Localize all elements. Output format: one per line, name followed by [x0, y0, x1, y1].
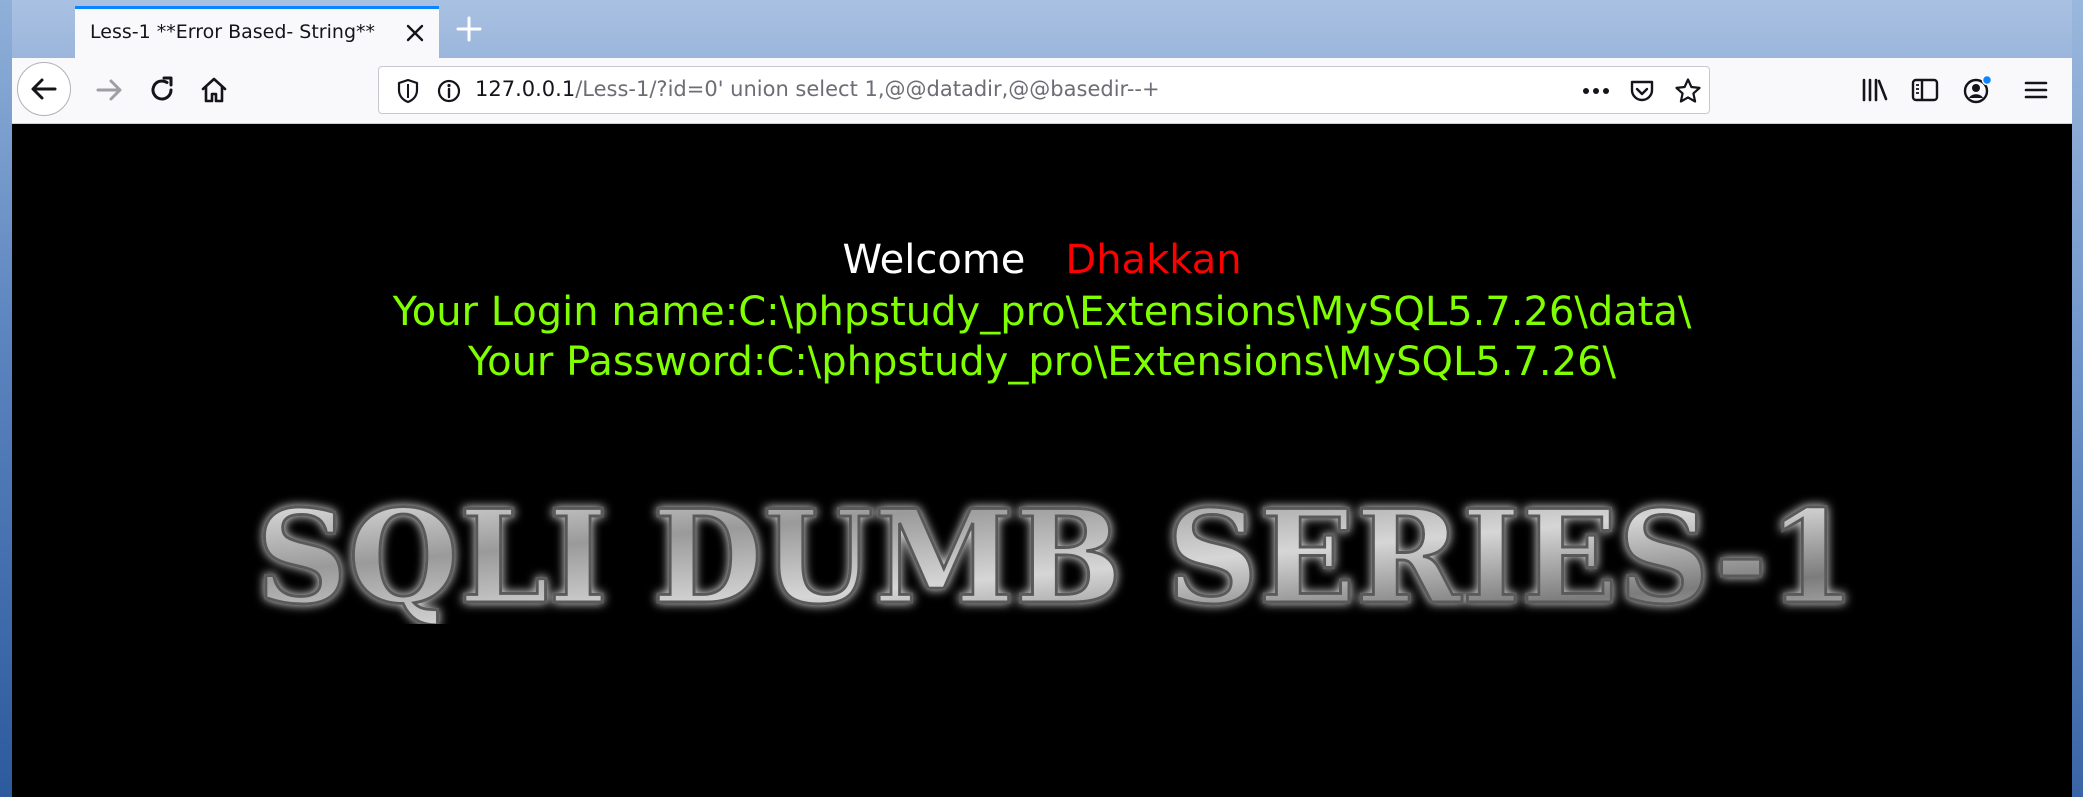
home-icon[interactable] [190, 66, 238, 114]
url-path: /Less-1/?id=0' union select 1,@@datadir,… [575, 77, 1160, 101]
desktop-background-left [0, 0, 12, 797]
url-bar[interactable]: 127.0.0.1/Less-1/?id=0' union select 1,@… [378, 66, 1710, 114]
banner-text: SQLI DUMB SERIES-1 [256, 484, 1856, 624]
page-content: Welcome Dhakkan Your Login name:C:\phpstu… [12, 124, 2072, 797]
info-icon[interactable] [434, 76, 464, 106]
welcome-text: Welcome [842, 237, 1026, 283]
password-text: Your Password:C:\phpstudy_pro\Extensions… [467, 339, 1616, 385]
welcome-line: Welcome Dhakkan [12, 237, 2072, 283]
navigation-toolbar: 127.0.0.1/Less-1/?id=0' union select 1,@… [12, 58, 2072, 124]
series-banner: SQLI DUMB SERIES-1 [255, 484, 1858, 624]
url-text[interactable]: 127.0.0.1/Less-1/?id=0' union select 1,@… [475, 77, 1160, 101]
account-icon[interactable] [1953, 66, 2001, 114]
back-arrow-icon[interactable] [17, 62, 71, 116]
close-icon[interactable] [401, 19, 429, 47]
login-name-text: Your Login name:C:\phpstudy_pro\Extensio… [392, 289, 1692, 335]
browser-window: Less-1 **Error Based- String** 127.0.0.1… [12, 0, 2072, 797]
forward-arrow-icon[interactable] [85, 66, 133, 114]
library-icon[interactable] [1850, 66, 1898, 114]
more-icon[interactable] [1581, 76, 1611, 106]
reload-icon[interactable] [138, 66, 186, 114]
shield-icon[interactable] [393, 76, 423, 106]
plus-icon[interactable] [452, 12, 486, 46]
menu-icon[interactable] [2012, 66, 2060, 114]
user-name: Dhakkan [1065, 237, 1242, 283]
tab-active[interactable]: Less-1 **Error Based- String** [75, 6, 439, 58]
url-host: 127.0.0.1 [475, 77, 576, 101]
desktop-background-right [2072, 0, 2083, 797]
sidebar-icon[interactable] [1901, 66, 1949, 114]
tab-title: Less-1 **Error Based- String** [90, 21, 375, 43]
tab-strip: Less-1 **Error Based- String** [12, 0, 2072, 58]
star-icon[interactable] [1673, 76, 1703, 106]
pocket-icon[interactable] [1627, 76, 1657, 106]
